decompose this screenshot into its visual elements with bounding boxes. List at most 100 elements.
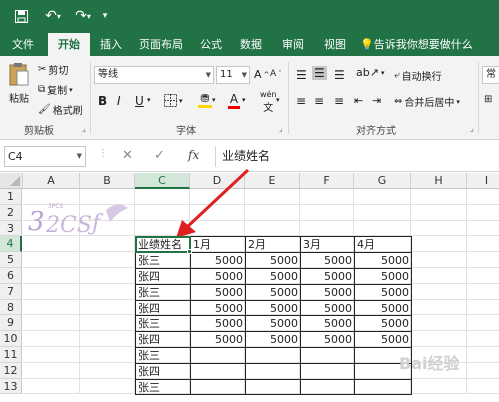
format-painter-button[interactable]: 🖌 格式刷 — [38, 102, 83, 117]
underline-dropdown[interactable]: ▾ — [147, 96, 151, 104]
align-right-button[interactable]: ≡ — [334, 94, 344, 108]
table-cell[interactable]: 张四 — [135, 331, 191, 348]
table-cell[interactable]: 5000 — [245, 315, 301, 333]
row-header-1[interactable]: 1 — [0, 189, 22, 205]
column-header-d[interactable]: D — [190, 173, 245, 189]
align-left-button[interactable]: ≡ — [296, 94, 306, 108]
cell-f3[interactable] — [300, 220, 354, 237]
row-header-6[interactable]: 6 — [0, 268, 22, 284]
column-header-b[interactable]: B — [80, 173, 135, 189]
merge-center-button[interactable]: ⇔ 合并后居中 ▾ — [394, 94, 460, 109]
row-header-11[interactable]: 11 — [0, 347, 22, 363]
orientation-button[interactable]: ab↗ ▾ — [356, 66, 384, 79]
alignment-launcher-icon[interactable]: ⌟ — [470, 124, 474, 133]
phonetic-dropdown[interactable]: ▾ — [276, 96, 280, 104]
table-cell[interactable]: 5000 — [300, 315, 355, 333]
table-cell[interactable]: 5000 — [354, 252, 412, 269]
save-icon[interactable] — [12, 7, 30, 25]
table-cell[interactable]: 5000 — [245, 252, 301, 269]
table-cell[interactable] — [354, 378, 412, 396]
column-header-i[interactable]: I — [467, 173, 499, 189]
cell-b5[interactable] — [80, 252, 135, 268]
cell-b12[interactable] — [80, 362, 135, 379]
table-cell[interactable]: 张三 — [135, 315, 191, 333]
align-bottom-button[interactable]: ☰ — [334, 68, 345, 82]
accounting-format-button[interactable]: ⊞ — [484, 94, 492, 105]
table-cell[interactable] — [190, 362, 246, 380]
table-cell[interactable]: 5000 — [300, 331, 355, 348]
table-cell[interactable]: 5000 — [245, 331, 301, 348]
column-header-h[interactable]: H — [411, 173, 467, 189]
cell-h13[interactable] — [411, 378, 467, 395]
cell-a13[interactable] — [23, 378, 80, 395]
table-cell[interactable]: 5000 — [300, 283, 355, 301]
cell-a7[interactable] — [23, 283, 80, 300]
table-cell[interactable]: 张三 — [135, 283, 191, 301]
cell-a12[interactable] — [23, 362, 80, 379]
cell-g3[interactable] — [354, 220, 411, 237]
tab-review[interactable]: 审阅 — [276, 33, 310, 56]
cell-i8[interactable] — [467, 300, 499, 316]
tab-page-layout[interactable]: 页面布局 — [132, 33, 190, 56]
row-header-8[interactable]: 8 — [0, 299, 22, 316]
cell-h4[interactable] — [411, 236, 467, 253]
cell-h5[interactable] — [411, 252, 467, 268]
cell-b13[interactable] — [80, 378, 135, 395]
table-cell[interactable]: 5000 — [300, 299, 355, 317]
align-center-button[interactable]: ≡ — [314, 94, 324, 108]
cell-b8[interactable] — [80, 299, 135, 316]
cell-i7[interactable] — [467, 284, 499, 300]
cell-b9[interactable] — [80, 315, 135, 332]
table-cell[interactable]: 张四 — [135, 268, 191, 285]
cell-b7[interactable] — [80, 283, 135, 300]
fill-color-dropdown[interactable]: ▾ — [212, 96, 216, 104]
row-header-7[interactable]: 7 — [0, 283, 22, 300]
number-format-select[interactable]: 常 — [482, 66, 499, 84]
table-cell[interactable]: 5000 — [354, 315, 412, 333]
bold-button[interactable]: B — [98, 94, 107, 108]
table-header-cell[interactable]: 3月 — [300, 236, 355, 254]
paste-button[interactable]: 粘贴 — [6, 62, 32, 105]
cell-a8[interactable] — [23, 299, 80, 316]
tab-data[interactable]: 数据 — [234, 33, 268, 56]
table-cell[interactable]: 5000 — [245, 283, 301, 301]
increase-indent-button[interactable]: ⇥ — [372, 94, 381, 107]
grow-font-button[interactable]: A ^ — [254, 68, 269, 81]
row-header-5[interactable]: 5 — [0, 252, 22, 268]
table-header-cell[interactable]: 4月 — [354, 236, 412, 254]
fill-handle[interactable] — [187, 249, 192, 255]
cut-button[interactable]: ✂ 剪切 — [38, 62, 68, 77]
redo-icon[interactable]: ↷ ▾ — [70, 7, 96, 25]
cell-a6[interactable] — [23, 268, 80, 284]
cell-a10[interactable] — [23, 331, 80, 347]
table-cell[interactable]: 5000 — [354, 283, 412, 301]
align-top-button[interactable]: ☰ — [296, 68, 307, 82]
table-cell[interactable]: 5000 — [190, 252, 246, 269]
font-color-button[interactable]: A — [228, 92, 240, 109]
row-header-2[interactable]: 2 — [0, 204, 22, 221]
cell-i10[interactable] — [467, 331, 499, 347]
cell-b10[interactable] — [80, 331, 135, 347]
cell-e1[interactable] — [245, 189, 300, 205]
table-cell[interactable] — [245, 378, 301, 396]
tab-formulas[interactable]: 公式 — [194, 33, 228, 56]
cell-h1[interactable] — [411, 189, 467, 205]
tab-home[interactable]: 开始 — [48, 33, 90, 56]
row-header-4[interactable]: 4 — [0, 236, 22, 253]
table-cell[interactable]: 5000 — [190, 299, 246, 317]
table-header-cell[interactable]: 2月 — [245, 236, 301, 254]
table-cell[interactable]: 张三 — [135, 252, 191, 269]
table-cell[interactable] — [190, 378, 246, 396]
table-cell[interactable]: 5000 — [190, 315, 246, 333]
decrease-indent-button[interactable]: ⇤ — [354, 94, 363, 107]
enter-icon[interactable]: ✓ — [154, 148, 165, 163]
formula-input[interactable]: 业绩姓名 — [215, 146, 497, 167]
cell-f1[interactable] — [300, 189, 354, 205]
font-color-dropdown[interactable]: ▾ — [242, 96, 246, 104]
cell-a11[interactable] — [23, 347, 80, 363]
cell-f2[interactable] — [300, 204, 354, 221]
cell-h2[interactable] — [411, 204, 467, 221]
table-cell[interactable]: 5000 — [190, 331, 246, 348]
select-all-corner[interactable] — [0, 173, 23, 189]
cell-i1[interactable] — [467, 189, 499, 205]
